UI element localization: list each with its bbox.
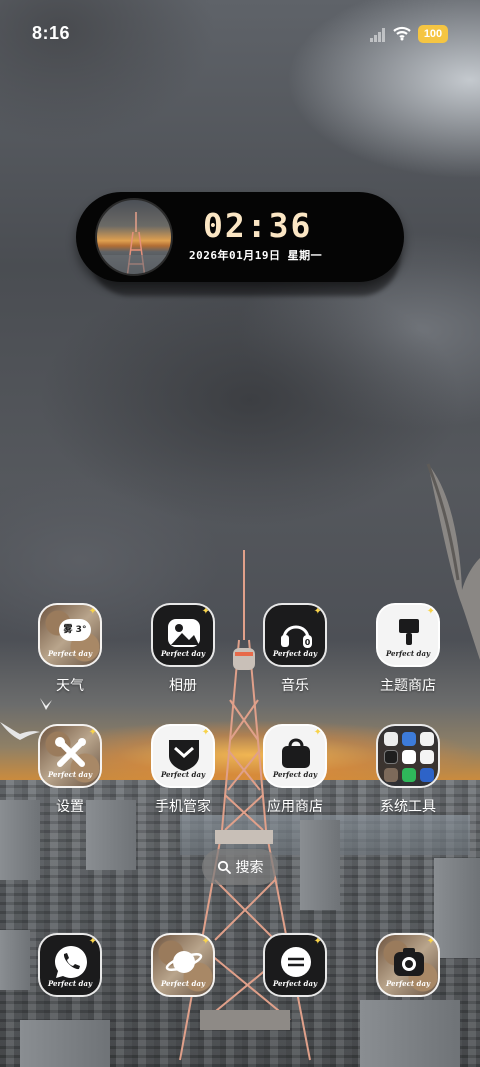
search-button[interactable]: 搜索 bbox=[202, 849, 278, 885]
app-label: 应用商店 bbox=[267, 799, 323, 815]
search-label: 搜索 bbox=[235, 860, 264, 876]
icon-caption: Perfect day bbox=[47, 979, 93, 988]
tokyo-tower bbox=[179, 550, 311, 1061]
settings-icon: ✦ Perfect day bbox=[38, 724, 102, 788]
camera-icon: ✦ Perfect day bbox=[376, 933, 440, 997]
sparkle-icon: ✦ bbox=[88, 936, 97, 947]
app-label: 音乐 bbox=[281, 678, 309, 694]
folder-app-icon bbox=[402, 768, 416, 782]
icon-caption: Perfect day bbox=[385, 649, 431, 658]
browser-icon: ✦ Perfect day bbox=[151, 933, 215, 997]
dock-phone[interactable]: ✦ Perfect day bbox=[25, 933, 115, 1033]
folder-app-icon bbox=[420, 750, 434, 764]
sparkle-icon: ✦ bbox=[313, 727, 322, 738]
dock-browser[interactable]: ✦ Perfect day bbox=[138, 933, 228, 1033]
sparkle-icon: ✦ bbox=[313, 936, 322, 947]
folder-preview-grid bbox=[384, 732, 434, 782]
messages-icon: ✦ Perfect day bbox=[263, 933, 327, 997]
folder-app-icon bbox=[384, 732, 398, 746]
weather-badge: 雾 3° bbox=[59, 619, 91, 641]
widget-time: 02:36 bbox=[203, 206, 313, 245]
folder-app-icon bbox=[384, 750, 398, 764]
app-theme-store[interactable]: ✦ Perfect day 主题商店 bbox=[363, 603, 453, 703]
app-weather[interactable]: 雾 3° ✦ Perfect day 天气 bbox=[25, 603, 115, 703]
icon-caption: Perfect day bbox=[47, 770, 93, 779]
app-settings[interactable]: ✦ Perfect day 设置 bbox=[25, 724, 115, 824]
search-icon bbox=[217, 860, 231, 874]
icon-caption: Perfect day bbox=[385, 979, 431, 988]
phone-icon: ✦ Perfect day bbox=[38, 933, 102, 997]
icon-caption: Perfect day bbox=[272, 770, 318, 779]
app-label: 天气 bbox=[56, 678, 84, 694]
status-time: 8:16 bbox=[32, 23, 71, 43]
app-label: 设置 bbox=[56, 799, 84, 815]
music-icon: 0 ✦ Perfect day bbox=[263, 603, 327, 667]
icon-caption: Perfect day bbox=[272, 979, 318, 988]
app-label: 手机管家 bbox=[155, 799, 211, 815]
folder-app-icon bbox=[384, 768, 398, 782]
icon-caption: Perfect day bbox=[272, 649, 318, 658]
sparkle-icon: ✦ bbox=[201, 606, 210, 617]
app-app-store[interactable]: ✦ Perfect day 应用商店 bbox=[250, 724, 340, 824]
gallery-icon: ✦ Perfect day bbox=[151, 603, 215, 667]
sparkle-icon: ✦ bbox=[201, 936, 210, 947]
widget-photo bbox=[95, 198, 173, 276]
battery-indicator: 100 bbox=[418, 25, 448, 43]
folder-app-icon bbox=[420, 732, 434, 746]
sparkle-icon: ✦ bbox=[201, 727, 210, 738]
folder-app-icon bbox=[402, 750, 416, 764]
sparkle-icon: ✦ bbox=[88, 606, 97, 617]
sparkle-icon: ✦ bbox=[88, 727, 97, 738]
app-store-icon: ✦ Perfect day bbox=[263, 724, 327, 788]
security-icon: ✦ Perfect day bbox=[151, 724, 215, 788]
app-label: 系统工具 bbox=[380, 799, 436, 815]
app-gallery[interactable]: ✦ Perfect day 相册 bbox=[138, 603, 228, 703]
app-label: 相册 bbox=[169, 678, 197, 694]
dock-messages[interactable]: ✦ Perfect day bbox=[250, 933, 340, 1033]
dock-camera[interactable]: ✦ Perfect day bbox=[363, 933, 453, 1033]
sparkle-icon: ✦ bbox=[426, 936, 435, 947]
system-tools-folder bbox=[376, 724, 440, 788]
sparkle-icon: ✦ bbox=[426, 606, 435, 617]
app-phone-manager[interactable]: ✦ Perfect day 手机管家 bbox=[138, 724, 228, 824]
icon-caption: Perfect day bbox=[160, 770, 206, 779]
folder-system-tools[interactable]: 系统工具 bbox=[363, 724, 453, 824]
folder-app-icon bbox=[420, 768, 434, 782]
svg-text:0: 0 bbox=[305, 638, 311, 647]
weather-icon: 雾 3° ✦ Perfect day bbox=[38, 603, 102, 667]
wallpaper bbox=[0, 0, 480, 1067]
status-bar: 8:16 100 bbox=[0, 0, 480, 70]
app-label: 主题商店 bbox=[380, 678, 436, 694]
app-music[interactable]: 0 ✦ Perfect day 音乐 bbox=[250, 603, 340, 703]
icon-caption: Perfect day bbox=[160, 649, 206, 658]
icon-caption: Perfect day bbox=[47, 649, 93, 658]
theme-store-icon: ✦ Perfect day bbox=[376, 603, 440, 667]
folder-app-icon bbox=[402, 732, 416, 746]
clock-widget[interactable]: 02:36 2026年01月19日 星期一 bbox=[76, 192, 404, 282]
signal-icon bbox=[370, 28, 385, 42]
icon-caption: Perfect day bbox=[160, 979, 206, 988]
widget-date: 2026年01月19日 星期一 bbox=[189, 249, 323, 262]
sparkle-icon: ✦ bbox=[313, 606, 322, 617]
wifi-icon bbox=[393, 26, 411, 41]
